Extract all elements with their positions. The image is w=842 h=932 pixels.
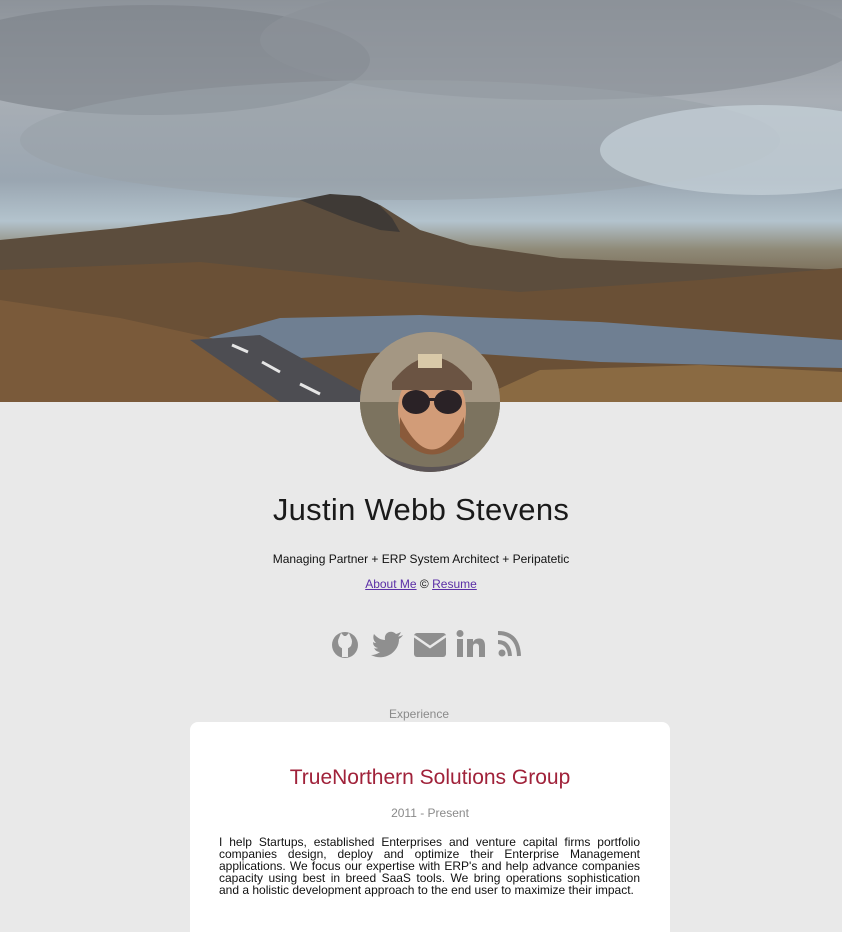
company-name: TrueNorthern Solutions Group — [289, 766, 571, 789]
social-links — [330, 626, 530, 662]
linkedin-icon[interactable] — [453, 628, 489, 660]
profile-name: Justin Webb Stevens — [272, 492, 570, 527]
twitter-icon[interactable] — [371, 628, 407, 660]
profile-tagline: Managing Partner + ERP System Architect … — [272, 552, 570, 566]
avatar — [360, 332, 500, 472]
experience-card: TrueNorthern Solutions Group 2011 - Pres… — [190, 722, 670, 932]
envelope-icon[interactable] — [412, 628, 448, 660]
link-separator: © — [419, 577, 429, 591]
employment-period: 2011 - Present — [391, 806, 469, 820]
about-me-link[interactable]: About Me — [365, 577, 416, 591]
profile-links: About Me © Resume — [0, 577, 842, 591]
rss-icon[interactable] — [494, 628, 530, 660]
experience-description: I help Startups, established Enterprises… — [219, 835, 640, 897]
github-icon[interactable] — [330, 628, 366, 660]
resume-link[interactable]: Resume — [432, 577, 477, 591]
experience-section-label: Experience — [388, 707, 450, 721]
